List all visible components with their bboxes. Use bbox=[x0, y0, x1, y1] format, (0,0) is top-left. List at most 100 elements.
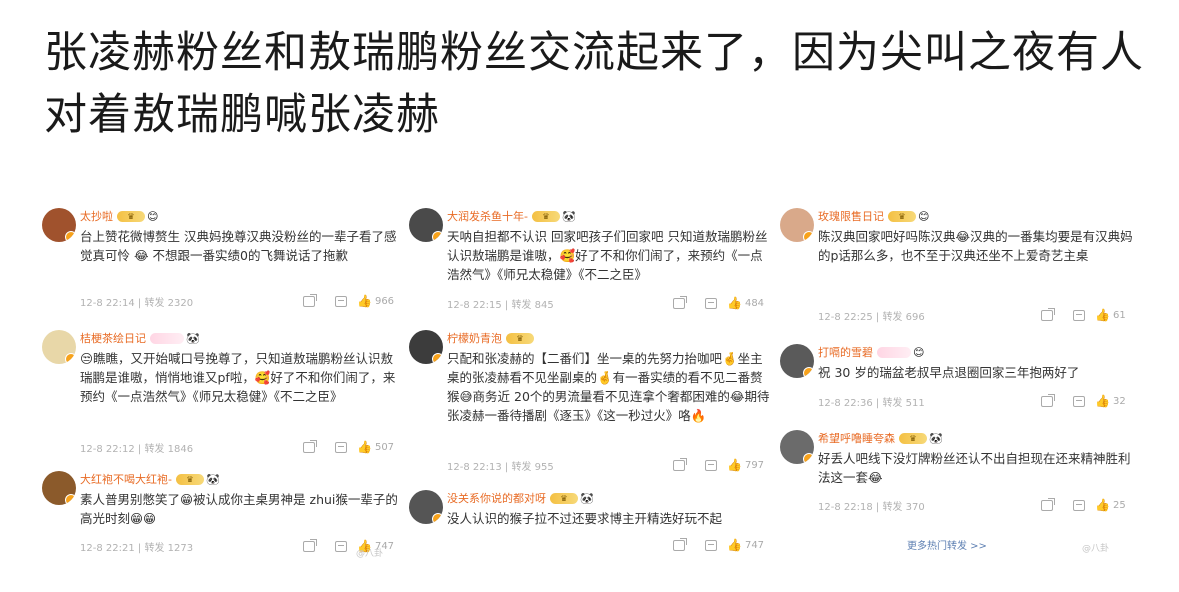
like-icon: 👍 bbox=[727, 538, 742, 552]
like-button[interactable]: 👍 32 bbox=[1095, 394, 1139, 408]
avatar[interactable] bbox=[780, 430, 814, 464]
comment-icon[interactable] bbox=[1063, 498, 1095, 512]
comment-meta: 12-8 22:15 | 转发 845 bbox=[447, 299, 554, 311]
like-button[interactable]: 👍 797 bbox=[727, 458, 771, 472]
comment-icon[interactable] bbox=[695, 458, 727, 472]
verified-icon bbox=[432, 513, 443, 524]
comment-date: 12-8 22:25 bbox=[818, 311, 873, 323]
crown-badge-icon: ♛ bbox=[888, 210, 916, 222]
verified-icon bbox=[803, 231, 814, 242]
repost-count: 转发 845 bbox=[511, 299, 554, 311]
crown-badge-icon: ♛ bbox=[117, 210, 145, 222]
comment-text: 陈汉典回家吧好吗陈汉典😂汉典的一番集均要是有汉典妈的p话那么多，也不至于汉典还坐… bbox=[818, 229, 1133, 263]
verified-icon bbox=[432, 231, 443, 242]
comment-icon[interactable] bbox=[325, 440, 357, 454]
like-count: 25 bbox=[1112, 499, 1126, 511]
comment-text: 😒瞧瞧，又开始喊口号挽尊了，只知道敖瑞鹏粉丝认识敖瑞鹏是谁嗷，悄悄地谁又pf啦，… bbox=[80, 351, 396, 404]
username[interactable]: 玫瑰限售日记 bbox=[818, 208, 884, 224]
like-icon: 👍 bbox=[1095, 394, 1110, 408]
comment-text: 没人认识的猴子拉不过还要求博主开精选好玩不起 bbox=[447, 511, 723, 526]
emoji-icon: 🐼 bbox=[205, 472, 220, 486]
username[interactable]: 大润发杀鱼十年- bbox=[447, 208, 528, 224]
fan-badge-icon bbox=[150, 332, 184, 344]
crown-badge-icon: ♛ bbox=[531, 210, 560, 222]
username[interactable]: 太抄啦 bbox=[80, 208, 113, 224]
repost-count: 转发 696 bbox=[882, 311, 925, 323]
crown-badge-icon: ♛ bbox=[506, 332, 534, 344]
comment-icon[interactable] bbox=[1063, 394, 1095, 408]
more-hot-reposts-link[interactable]: 更多热门转发 >> bbox=[907, 537, 987, 552]
share-icon[interactable] bbox=[1031, 497, 1063, 512]
emoji-icon: 🐼 bbox=[186, 331, 200, 345]
verified-icon bbox=[65, 353, 76, 364]
avatar[interactable] bbox=[42, 208, 76, 242]
share-icon[interactable] bbox=[1031, 307, 1063, 322]
share-icon[interactable] bbox=[293, 293, 325, 308]
avatar[interactable] bbox=[409, 330, 443, 364]
share-icon[interactable] bbox=[1031, 393, 1063, 408]
like-button[interactable]: 👍 484 bbox=[727, 296, 771, 310]
comment-icon[interactable] bbox=[695, 538, 727, 552]
repost-count: 转发 511 bbox=[882, 397, 925, 409]
avatar[interactable] bbox=[780, 208, 814, 242]
like-icon: 👍 bbox=[357, 440, 372, 454]
headline: 张凌赫粉丝和敖瑞鹏粉丝交流起来了，因为尖叫之夜有人对着敖瑞鹏喊张凌赫 bbox=[44, 28, 1144, 140]
fan-badge-icon bbox=[877, 346, 911, 358]
comment-icon[interactable] bbox=[325, 539, 357, 553]
share-icon[interactable] bbox=[663, 537, 695, 552]
comment-text: 天呐自担都不认识 回家吧孩子们回家吧 只知道敖瑞鹏粉丝认识敖瑞鹏是谁嗷，🥰好了不… bbox=[447, 229, 768, 282]
watermark: @八卦 bbox=[1082, 544, 1110, 554]
comment-meta: 12-8 22:25 | 转发 696 bbox=[818, 311, 925, 323]
username[interactable]: 打嗝的雪碧 bbox=[818, 344, 873, 360]
avatar[interactable] bbox=[42, 471, 76, 505]
username[interactable]: 桔梗茶绘日记 bbox=[80, 330, 146, 346]
comment-date: 12-8 22:13 bbox=[447, 461, 502, 473]
comment-icon[interactable] bbox=[1063, 308, 1095, 322]
verified-icon bbox=[803, 453, 814, 464]
like-button[interactable]: 👍 507 bbox=[357, 440, 401, 454]
like-button[interactable]: 👍 966 bbox=[357, 294, 401, 308]
comment-date: 12-8 22:18 bbox=[818, 501, 873, 513]
comment-icon[interactable] bbox=[325, 294, 357, 308]
comment-panel-3: 玫瑰限售日记 ♛ 😊 陈汉典回家吧好吗陈汉典😂汉典的一番集均要是有汉典妈的p话那么… bbox=[776, 200, 1141, 565]
repost-count: 转发 1846 bbox=[144, 443, 194, 455]
watermark: @八卦 bbox=[356, 549, 384, 559]
like-count: 507 bbox=[374, 441, 395, 453]
avatar[interactable] bbox=[42, 330, 76, 364]
avatar[interactable] bbox=[409, 490, 443, 524]
repost-count: 转发 1273 bbox=[144, 542, 194, 554]
comment-meta: 12-8 22:13 | 转发 955 bbox=[447, 461, 554, 473]
like-button[interactable]: 👍 25 bbox=[1095, 498, 1139, 512]
comment-panel-1: 太抄啦 ♛ 😊 台上赞花微博赘生 汉典妈挽尊汉典没粉丝的一辈子看了感觉真可怜 😂 … bbox=[38, 200, 403, 565]
avatar[interactable] bbox=[780, 344, 814, 378]
comment-icon[interactable] bbox=[695, 296, 727, 310]
username[interactable]: 大红袍不喝大红袍- bbox=[80, 471, 172, 487]
comment-text: 好丢人吧线下没灯牌粉丝还认不出自担现在还来精神胜利法这一套😂 bbox=[818, 451, 1131, 485]
verified-icon bbox=[65, 494, 76, 505]
username[interactable]: 柠檬奶青泡 bbox=[447, 330, 502, 346]
avatar[interactable] bbox=[409, 208, 443, 242]
comment-date: 12-8 22:14 bbox=[80, 297, 135, 309]
share-icon[interactable] bbox=[663, 457, 695, 472]
share-icon[interactable] bbox=[663, 295, 695, 310]
like-icon: 👍 bbox=[357, 294, 372, 308]
emoji-icon: 🐼 bbox=[929, 431, 943, 445]
comment-text: 台上赞花微博赘生 汉典妈挽尊汉典没粉丝的一辈子看了感觉真可怜 😂 不想跟一番实绩… bbox=[80, 229, 397, 263]
like-icon: 👍 bbox=[727, 296, 742, 310]
crown-badge-icon: ♛ bbox=[175, 473, 204, 485]
comment-meta: 12-8 22:12 | 转发 1846 bbox=[80, 443, 194, 455]
like-button[interactable]: 👍 747 bbox=[727, 538, 771, 552]
comment-meta: 12-8 22:36 | 转发 511 bbox=[818, 397, 925, 409]
like-count: 966 bbox=[374, 295, 395, 307]
comment-text: 素人普男别憋笑了😁被认成你主桌男神是 zhui猴一辈子的高光时刻😁😁 bbox=[80, 492, 398, 526]
comment-text: 祝 30 岁的瑞盆老叔早点退圈回家三年抱两好了 bbox=[818, 365, 1080, 380]
share-icon[interactable] bbox=[293, 538, 325, 553]
like-icon: 👍 bbox=[1095, 308, 1110, 322]
username[interactable]: 希望呼噜睡夸森 bbox=[818, 430, 895, 446]
like-button[interactable]: 👍 61 bbox=[1095, 308, 1139, 322]
verified-icon bbox=[803, 367, 814, 378]
username[interactable]: 没关系你说的都对呀 bbox=[447, 490, 546, 506]
like-count: 484 bbox=[744, 297, 765, 309]
share-icon[interactable] bbox=[293, 439, 325, 454]
like-count: 797 bbox=[744, 459, 765, 471]
